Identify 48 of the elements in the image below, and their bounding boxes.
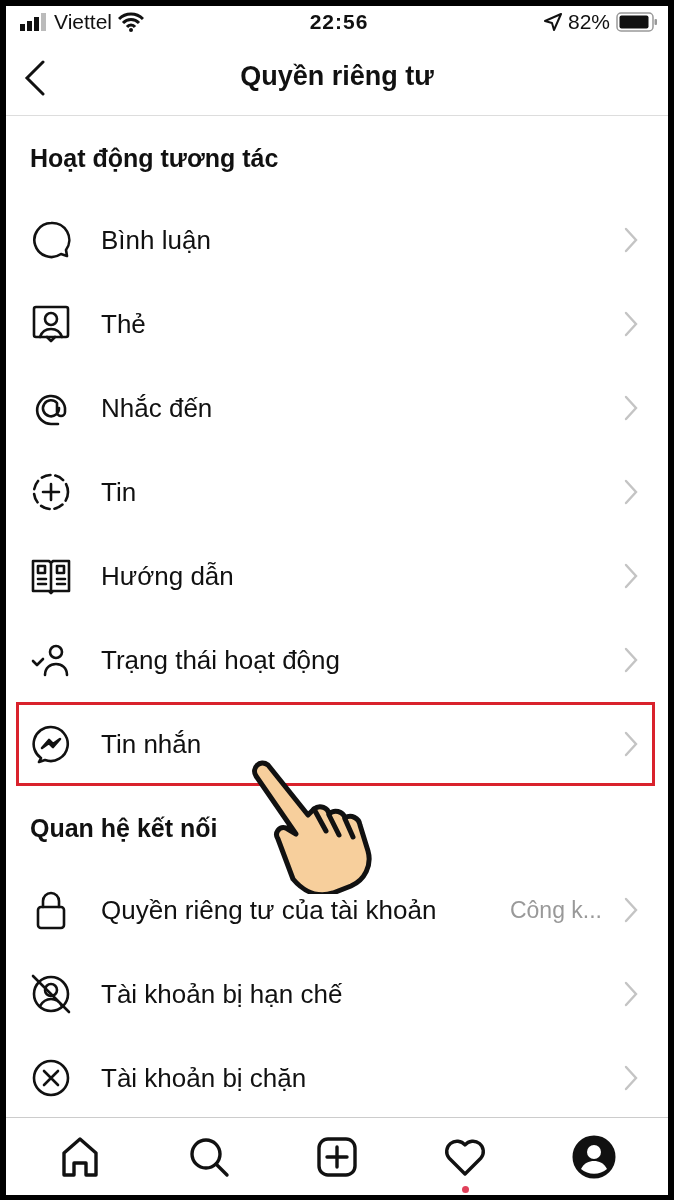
settings-row[interactable]: Thẻ	[16, 282, 655, 366]
chevron-right-icon	[624, 647, 638, 673]
back-chevron-icon	[24, 60, 46, 96]
chevron-right-icon	[624, 479, 638, 505]
battery-icon	[616, 12, 658, 32]
row-label: Bình luận	[101, 224, 211, 256]
chevron-right-icon	[624, 981, 638, 1007]
settings-row[interactable]: Tin nhắn	[16, 702, 655, 786]
settings-row[interactable]: Bình luận	[16, 198, 655, 282]
settings-row[interactable]: Trạng thái hoạt động	[16, 618, 655, 702]
signal-icon	[20, 13, 48, 31]
section-title: Hoạt động tương tác	[30, 144, 279, 172]
chevron-right-icon	[624, 311, 638, 337]
battery-percentage: 82%	[567, 10, 610, 34]
chevron-right-icon	[624, 1065, 638, 1091]
chevron-right-icon	[624, 731, 638, 757]
x-circle-icon	[30, 1057, 72, 1099]
carrier-name: Viettel	[54, 10, 112, 34]
speech-bubble-icon	[30, 219, 72, 261]
row-label: Hướng dẫn	[101, 560, 234, 592]
row-label: Tin	[101, 476, 137, 508]
row-value: Công k...	[509, 896, 602, 924]
chevron-right-icon	[624, 395, 638, 421]
row-label: Tài khoản bị chặn	[101, 1062, 307, 1094]
row-label: Thẻ	[101, 308, 146, 340]
row-label: Tin nhắn	[101, 728, 202, 760]
page-title: Quyền riêng tư	[240, 61, 434, 92]
row-label: Trạng thái hoạt động	[101, 644, 340, 676]
clock-time: 22:56	[309, 10, 369, 34]
row-label: Tài khoản bị hạn chế	[101, 978, 343, 1010]
chevron-right-icon	[624, 563, 638, 589]
person-tag-icon	[30, 303, 72, 345]
location-arrow-icon	[543, 13, 562, 31]
settings-row[interactable]: Nhắc đến	[16, 366, 655, 450]
messenger-icon	[30, 723, 72, 765]
row-label: Nhắc đến	[101, 392, 213, 424]
settings-row[interactable]: Tài khoản bị hạn chế	[16, 952, 655, 1036]
settings-row[interactable]: Tài khoản bị chặn	[16, 1036, 655, 1117]
chevron-right-icon	[624, 897, 638, 923]
restricted-person-icon	[30, 973, 72, 1015]
wifi-icon	[118, 12, 144, 32]
chevron-right-icon	[624, 227, 638, 253]
row-label: Quyền riêng tư của tài khoản	[101, 894, 437, 926]
dashed-circle-plus-icon	[30, 471, 72, 513]
settings-row[interactable]: Quyền riêng tư của tài khoản Công k...	[16, 868, 655, 952]
settings-row[interactable]: Tin	[16, 450, 655, 534]
settings-row[interactable]: Hướng dẫn	[16, 534, 655, 618]
section-title: Quan hệ kết nối	[30, 814, 218, 842]
